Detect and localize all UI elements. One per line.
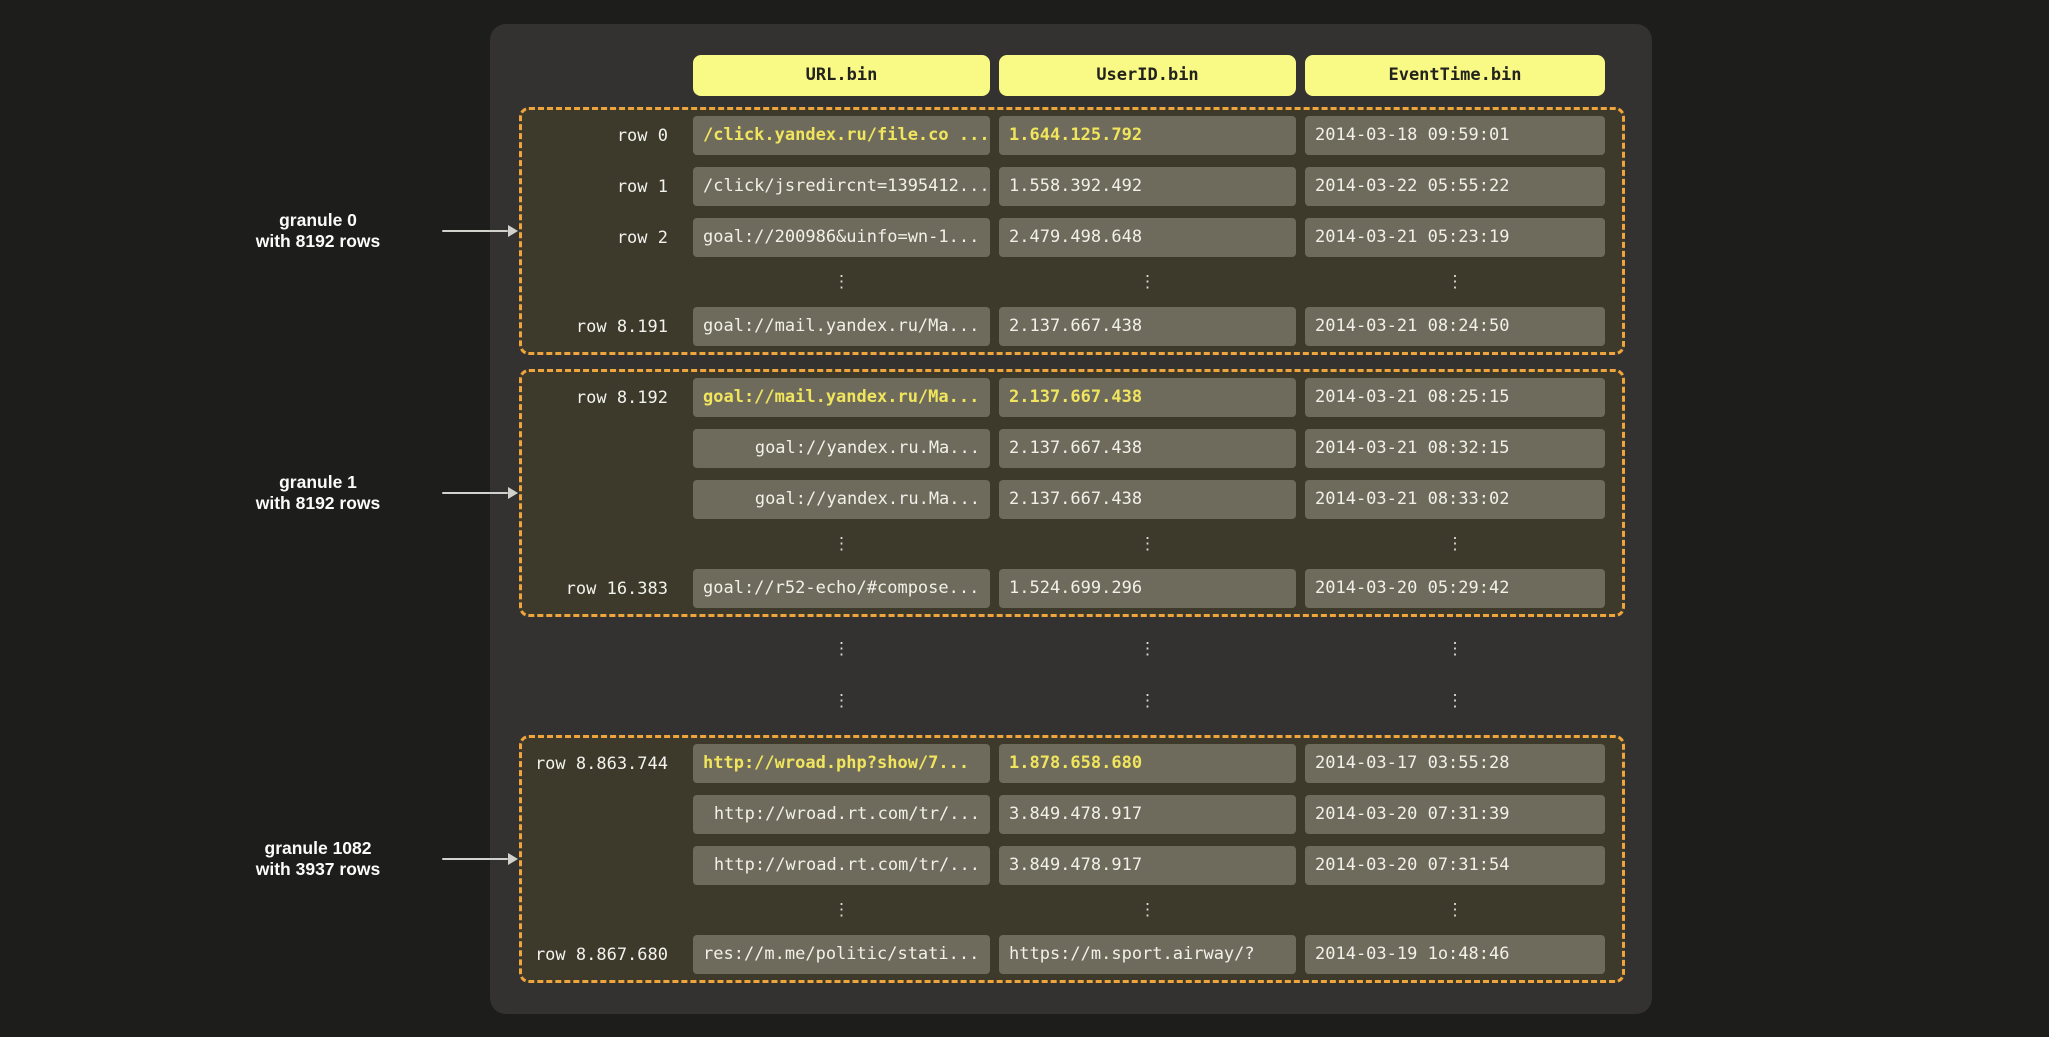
arrow-right-icon (442, 487, 518, 499)
eventtime-cell: 2014-03-21 05:23:19 (1305, 218, 1605, 257)
annotation-line-1: granule 0 (200, 210, 436, 231)
annotation-line-1: granule 1 (200, 472, 436, 493)
url-cell: http://wroad.rt.com/tr/... (693, 795, 990, 834)
userid-cell: 2.137.667.438 (999, 378, 1296, 417)
annotation-line-1: granule 1082 (200, 838, 436, 859)
url-cell: goal://yandex.ru.Ma... (693, 429, 990, 468)
vertical-ellipsis-icon: ⋮ (693, 688, 990, 714)
annotation-line-2: with 8192 rows (200, 231, 436, 252)
userid-cell: 1.644.125.792 (999, 116, 1296, 155)
table-row: row 1 /click/jsredircnt=1395412... 1.558… (522, 167, 1622, 206)
userid-cell: 1.558.392.492 (999, 167, 1296, 206)
granule-0-annotation: granule 0 with 8192 rows (200, 203, 518, 259)
eventtime-cell: 2014-03-20 07:31:54 (1305, 846, 1605, 885)
table-row: row 16.383 goal://r52-echo/#compose... 1… (522, 569, 1622, 608)
vertical-ellipsis-icon: ⋮ (999, 531, 1296, 557)
row-index-label: row 8.192 (522, 388, 684, 408)
url-cell: /click.yandex.ru/file.co ... (693, 116, 990, 155)
table-row: http://wroad.rt.com/tr/... 3.849.478.917… (522, 795, 1622, 834)
eventtime-cell: 2014-03-22 05:55:22 (1305, 167, 1605, 206)
vertical-ellipsis-icon: ⋮ (693, 531, 990, 557)
eventtime-cell: 2014-03-20 07:31:39 (1305, 795, 1605, 834)
userid-cell: 2.137.667.438 (999, 307, 1296, 346)
eventtime-cell: 2014-03-21 08:24:50 (1305, 307, 1605, 346)
table-row: goal://yandex.ru.Ma... 2.137.667.438 201… (522, 480, 1622, 519)
granule-box-1082: row 8.863.744 http://wroad.php?show/7...… (519, 735, 1625, 983)
granule-1082-annotation: granule 1082 with 3937 rows (200, 831, 518, 887)
granule-box-0: row 0 /click.yandex.ru/file.co ... 1.644… (519, 107, 1625, 355)
userid-cell: 2.137.667.438 (999, 429, 1296, 468)
vertical-ellipsis-icon: ⋮ (1305, 897, 1605, 923)
table-row: row 2 goal://200986&uinfo=wn-1... 2.479.… (522, 218, 1622, 257)
userid-cell: 3.849.478.917 (999, 846, 1296, 885)
row-index-label: row 2 (522, 228, 684, 248)
ellipsis-row: ⋮ ⋮ ⋮ (522, 269, 1622, 295)
eventtime-cell: 2014-03-21 08:32:15 (1305, 429, 1605, 468)
vertical-ellipsis-icon: ⋮ (999, 688, 1296, 714)
table-row: http://wroad.rt.com/tr/... 3.849.478.917… (522, 846, 1622, 885)
granule-box-1: row 8.192 goal://mail.yandex.ru/Ma... 2.… (519, 369, 1625, 617)
userid-cell: 2.137.667.438 (999, 480, 1296, 519)
vertical-ellipsis-icon: ⋮ (693, 636, 990, 662)
table-row: row 8.863.744 http://wroad.php?show/7...… (522, 744, 1622, 783)
annotation-line-2: with 8192 rows (200, 493, 436, 514)
row-index-label: row 8.191 (522, 317, 684, 337)
table-row: row 0 /click.yandex.ru/file.co ... 1.644… (522, 116, 1622, 155)
granule-1-annotation-label: granule 1 with 8192 rows (200, 472, 436, 514)
vertical-ellipsis-icon: ⋮ (1305, 269, 1605, 295)
arrow-right-icon (442, 853, 518, 865)
vertical-ellipsis-icon: ⋮ (1305, 531, 1605, 557)
url-cell: goal://mail.yandex.ru/Ma... (693, 378, 990, 417)
userid-cell: 2.479.498.648 (999, 218, 1296, 257)
url-cell: res://m.me/politic/stati... (693, 935, 990, 974)
arrow-right-icon (442, 225, 518, 237)
eventtime-cell: 2014-03-21 08:25:15 (1305, 378, 1605, 417)
row-index-label: row 8.867.680 (522, 945, 684, 965)
url-cell: goal://yandex.ru.Ma... (693, 480, 990, 519)
row-index-label: row 0 (522, 126, 684, 146)
granule-0-annotation-label: granule 0 with 8192 rows (200, 210, 436, 252)
table-row: goal://yandex.ru.Ma... 2.137.667.438 201… (522, 429, 1622, 468)
ellipsis-row: ⋮ ⋮ ⋮ (522, 688, 1605, 714)
column-header-userid: UserID.bin (999, 55, 1296, 96)
vertical-ellipsis-icon: ⋮ (693, 897, 990, 923)
eventtime-cell: 2014-03-21 08:33:02 (1305, 480, 1605, 519)
column-headers-row: URL.bin UserID.bin EventTime.bin (522, 55, 1605, 96)
eventtime-cell: 2014-03-18 09:59:01 (1305, 116, 1605, 155)
granule-1082-annotation-label: granule 1082 with 3937 rows (200, 838, 436, 880)
vertical-ellipsis-icon: ⋮ (693, 269, 990, 295)
table-row: row 8.867.680 res://m.me/politic/stati..… (522, 935, 1622, 974)
eventtime-cell: 2014-03-17 03:55:28 (1305, 744, 1605, 783)
ellipsis-row: ⋮ ⋮ ⋮ (522, 636, 1605, 662)
eventtime-cell: 2014-03-20 05:29:42 (1305, 569, 1605, 608)
url-cell: http://wroad.php?show/7... (693, 744, 990, 783)
vertical-ellipsis-icon: ⋮ (999, 897, 1296, 923)
column-header-eventtime: EventTime.bin (1305, 55, 1605, 96)
granule-1-annotation: granule 1 with 8192 rows (200, 465, 518, 521)
eventtime-cell: 2014-03-19 1o:48:46 (1305, 935, 1605, 974)
granules-diagram-panel: URL.bin UserID.bin EventTime.bin row 0 /… (490, 24, 1652, 1014)
column-header-url: URL.bin (693, 55, 990, 96)
table-row: row 8.191 goal://mail.yandex.ru/Ma... 2.… (522, 307, 1622, 346)
row-index-label: row 8.863.744 (522, 754, 684, 774)
url-cell: goal://r52-echo/#compose... (693, 569, 990, 608)
row-index-label: row 16.383 (522, 579, 684, 599)
vertical-ellipsis-icon: ⋮ (1305, 636, 1605, 662)
userid-cell: 1.524.699.296 (999, 569, 1296, 608)
url-cell: http://wroad.rt.com/tr/... (693, 846, 990, 885)
vertical-ellipsis-icon: ⋮ (999, 636, 1296, 662)
ellipsis-row: ⋮ ⋮ ⋮ (522, 897, 1622, 923)
url-cell: /click/jsredircnt=1395412... (693, 167, 990, 206)
userid-cell: https://m.sport.airway/? (999, 935, 1296, 974)
url-cell: goal://mail.yandex.ru/Ma... (693, 307, 990, 346)
userid-cell: 1.878.658.680 (999, 744, 1296, 783)
vertical-ellipsis-icon: ⋮ (999, 269, 1296, 295)
vertical-ellipsis-icon: ⋮ (1305, 688, 1605, 714)
ellipsis-row: ⋮ ⋮ ⋮ (522, 531, 1622, 557)
userid-cell: 3.849.478.917 (999, 795, 1296, 834)
url-cell: goal://200986&uinfo=wn-1... (693, 218, 990, 257)
annotation-line-2: with 3937 rows (200, 859, 436, 880)
table-row: row 8.192 goal://mail.yandex.ru/Ma... 2.… (522, 378, 1622, 417)
row-index-label: row 1 (522, 177, 684, 197)
